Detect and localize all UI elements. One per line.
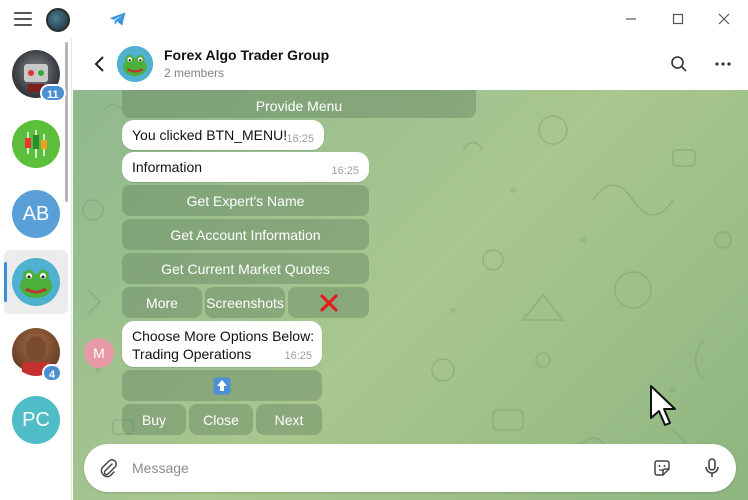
get-account-information-button[interactable]: Get Account Information bbox=[122, 219, 369, 250]
frog-avatar-image bbox=[117, 46, 153, 82]
message-time: 16:25 bbox=[284, 350, 312, 362]
chat-item-ab[interactable]: AB bbox=[4, 182, 68, 246]
buy-button[interactable]: Buy bbox=[122, 404, 186, 435]
more-options-button[interactable]: More bbox=[122, 287, 202, 318]
get-market-quotes-button[interactable]: Get Current Market Quotes bbox=[122, 253, 369, 284]
title-bar bbox=[0, 0, 748, 38]
avatar-initials: PC bbox=[22, 408, 50, 431]
screenshots-button[interactable]: Screenshots bbox=[205, 287, 285, 318]
frog-avatar-image bbox=[20, 270, 52, 298]
cross-mark-icon bbox=[319, 293, 338, 312]
chat-item-2[interactable] bbox=[4, 112, 68, 176]
cancel-menu-button[interactable]: ❌ bbox=[288, 287, 369, 318]
message-time: 16:25 bbox=[331, 165, 359, 177]
window-close-button[interactable] bbox=[713, 8, 735, 30]
get-experts-name-button[interactable]: Get Expert's Name bbox=[122, 185, 369, 216]
mic-icon[interactable] bbox=[702, 457, 722, 479]
member-count: 2 members bbox=[164, 66, 225, 80]
chat-item-forex-group[interactable] bbox=[4, 250, 68, 314]
telegram-icon bbox=[109, 12, 126, 26]
minimize-button[interactable] bbox=[620, 8, 642, 30]
unread-badge: 4 bbox=[42, 364, 63, 382]
search-button[interactable] bbox=[669, 54, 689, 74]
maximize-button[interactable] bbox=[667, 8, 689, 30]
sticker-icon[interactable] bbox=[652, 458, 672, 478]
unread-badge: 11 bbox=[40, 84, 66, 102]
chat-avatar: AB bbox=[12, 190, 60, 238]
group-avatar[interactable] bbox=[117, 46, 153, 82]
chat-messages-area: Provide Menu You clicked BTN_MENU! 16:25… bbox=[73, 90, 748, 500]
back-arrow-icon[interactable] bbox=[91, 54, 109, 74]
message-text: You clicked BTN_MENU! bbox=[132, 127, 288, 143]
chat-list-sidebar: 11 AB 4 PC bbox=[0, 38, 72, 500]
close-trade-button[interactable]: Close bbox=[189, 404, 253, 435]
next-button[interactable]: Next bbox=[256, 404, 322, 435]
maximize-icon bbox=[672, 13, 684, 25]
up-arrow-icon bbox=[213, 377, 231, 394]
chat-avatar bbox=[12, 120, 60, 168]
message-text-line1: Choose More Options Below: bbox=[132, 328, 315, 344]
chat-item-pc[interactable]: PC bbox=[4, 388, 68, 452]
message-bubble: Choose More Options Below: Trading Opera… bbox=[122, 321, 322, 367]
chat-item-1[interactable]: 11 bbox=[4, 42, 68, 106]
mouse-cursor-icon bbox=[650, 385, 676, 426]
message-bubble: You clicked BTN_MENU! 16:25 bbox=[122, 120, 324, 150]
chat-header: Forex Algo Trader Group 2 members bbox=[73, 38, 748, 90]
candlestick-icon bbox=[25, 130, 47, 158]
provide-menu-button[interactable]: Provide Menu bbox=[122, 90, 476, 118]
attach-icon[interactable] bbox=[98, 458, 118, 478]
minimize-icon bbox=[626, 18, 636, 20]
avatar-initials: AB bbox=[22, 202, 50, 225]
message-bubble: Information 16:25 bbox=[122, 152, 369, 182]
account-avatar[interactable] bbox=[46, 8, 70, 32]
message-time: 16:25 bbox=[286, 133, 314, 145]
search-icon bbox=[671, 56, 687, 72]
sender-initial: M bbox=[93, 345, 105, 361]
message-composer bbox=[84, 444, 736, 492]
menu-icon[interactable] bbox=[14, 12, 32, 26]
scroll-up-button[interactable]: ⬆️ bbox=[122, 370, 322, 401]
more-button[interactable] bbox=[713, 54, 733, 74]
message-text-line2: Trading Operations bbox=[132, 346, 252, 362]
chat-avatar: PC bbox=[12, 396, 60, 444]
message-text: Information bbox=[132, 159, 203, 175]
chat-item-person[interactable]: 4 bbox=[4, 320, 68, 384]
message-input[interactable] bbox=[132, 456, 612, 480]
active-indicator bbox=[4, 262, 7, 302]
close-icon bbox=[718, 13, 730, 25]
chat-avatar bbox=[12, 258, 60, 306]
sender-avatar[interactable]: M bbox=[84, 338, 114, 368]
group-title[interactable]: Forex Algo Trader Group bbox=[164, 47, 329, 63]
more-icon bbox=[715, 62, 731, 66]
